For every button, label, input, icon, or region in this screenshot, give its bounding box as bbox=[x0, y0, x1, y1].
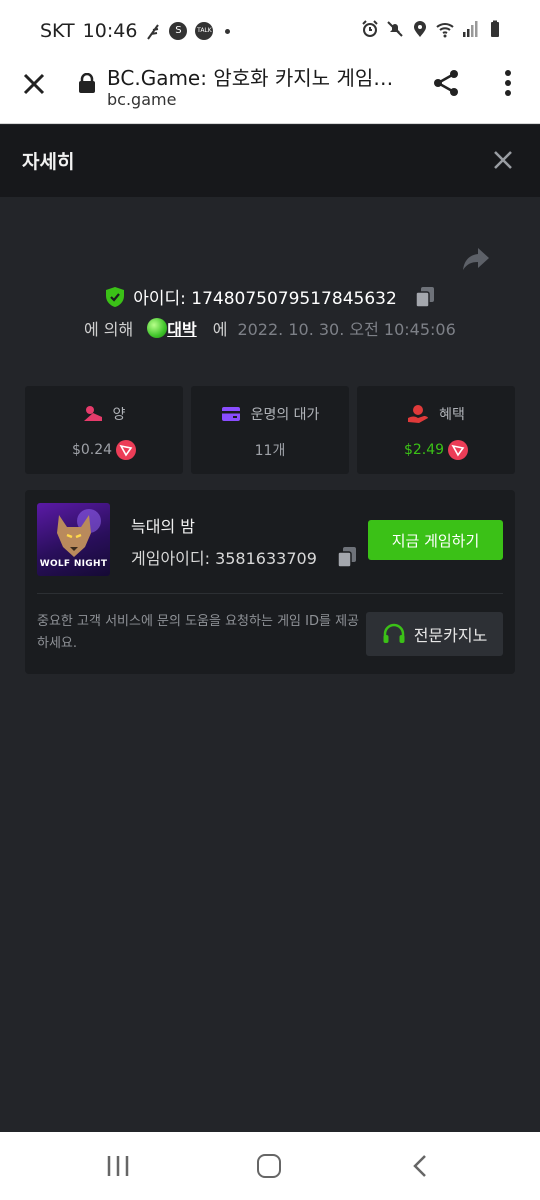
alarm-icon bbox=[362, 20, 378, 37]
bet-by-row: 에 의해 대박 에 2022. 10. 30. 오전 10:45:06 bbox=[84, 316, 456, 340]
signal-icon bbox=[463, 21, 478, 37]
modal-close-icon[interactable] bbox=[492, 149, 514, 171]
at-label: 에 bbox=[212, 320, 228, 339]
support-label: 전문카지노 bbox=[413, 626, 488, 645]
headset-icon bbox=[383, 623, 405, 643]
home-icon[interactable] bbox=[257, 1154, 281, 1178]
talk-notification-icon: TALK bbox=[195, 22, 214, 40]
copy-icon[interactable] bbox=[415, 286, 435, 308]
stat-card-profit: 혜택 $2.49 bbox=[357, 386, 515, 474]
feather-icon bbox=[147, 24, 160, 40]
stat-value: $2.49 bbox=[403, 442, 445, 458]
bet-id-row: 아이디: 1748075079517845632 bbox=[0, 284, 540, 309]
wolf-image bbox=[57, 515, 91, 557]
stat-value: $0.24 bbox=[71, 442, 113, 458]
verified-shield-icon bbox=[106, 286, 125, 307]
wallet-card-icon bbox=[221, 407, 240, 421]
modal-header: 자세히 bbox=[0, 125, 540, 197]
stat-label: 양 bbox=[112, 407, 126, 423]
by-prefix: 에 의해 bbox=[84, 320, 134, 339]
profit-hand-icon bbox=[408, 405, 429, 423]
trx-coin-icon bbox=[448, 440, 469, 460]
game-id: 게임아이디: 3581633709 bbox=[131, 549, 317, 568]
browser-page-title[interactable]: BC.Game: 암호화 카지노 게임… bbox=[107, 62, 407, 91]
stat-value: 11개 bbox=[254, 443, 286, 459]
status-left: SKT 10:46 S TALK bbox=[40, 20, 231, 42]
trx-coin-icon bbox=[116, 440, 137, 460]
carrier-label: SKT bbox=[40, 20, 75, 42]
bet-id: 아이디: 1748075079517845632 bbox=[133, 289, 397, 309]
bet-datetime: 2022. 10. 30. 오전 10:45:06 bbox=[237, 320, 456, 339]
status-right bbox=[361, 20, 504, 38]
browser-toolbar: BC.Game: 암호화 카지노 게임… bc.game bbox=[0, 60, 540, 124]
live-support-button[interactable]: 전문카지노 bbox=[366, 612, 503, 656]
more-notifications-icon bbox=[225, 28, 231, 34]
wifi-icon bbox=[436, 23, 454, 38]
play-now-button[interactable]: 지금 게임하기 bbox=[368, 520, 503, 560]
copy-game-id-icon[interactable] bbox=[337, 546, 357, 568]
close-icon[interactable] bbox=[20, 70, 48, 98]
game-thumbnail[interactable]: WOLF NIGHT bbox=[37, 503, 110, 576]
browser-url[interactable]: bc.game bbox=[107, 90, 176, 109]
divider bbox=[37, 593, 503, 594]
share-icon[interactable] bbox=[432, 68, 462, 98]
share-arrow-icon[interactable] bbox=[462, 246, 490, 272]
recent-apps-icon[interactable] bbox=[106, 1155, 130, 1177]
bet-amount-icon bbox=[83, 406, 102, 421]
location-icon bbox=[414, 21, 426, 37]
support-note: 중요한 고객 서비스에 문의 도움을 요청하는 게임 ID를 제공하세요. bbox=[37, 614, 359, 651]
stat-label: 혜택 bbox=[439, 407, 465, 423]
game-name[interactable]: 늑대의 밤 bbox=[131, 513, 195, 537]
game-card: WOLF NIGHT 늑대의 밤 게임아이디: 3581633709 지금 게임… bbox=[25, 490, 515, 674]
clock: 10:46 bbox=[82, 20, 138, 42]
back-icon[interactable] bbox=[410, 1154, 430, 1178]
android-nav-bar bbox=[0, 1132, 540, 1200]
mute-icon bbox=[387, 21, 403, 37]
battery-icon bbox=[491, 20, 499, 37]
s-notification-icon: S bbox=[169, 22, 188, 40]
user-avatar bbox=[147, 318, 168, 338]
lock-icon bbox=[79, 73, 95, 93]
status-bar: SKT 10:46 S TALK bbox=[0, 0, 540, 60]
stat-card-amount: 양 $0.24 bbox=[25, 386, 183, 474]
modal-title: 자세히 bbox=[22, 151, 75, 173]
stat-card-payout: 운명의 대가 11개 bbox=[191, 386, 349, 474]
username-link[interactable]: 대박 bbox=[167, 316, 196, 340]
more-menu-icon[interactable] bbox=[498, 68, 518, 98]
stat-label: 운명의 대가 bbox=[250, 407, 320, 423]
game-id-row: 게임아이디: 3581633709 bbox=[131, 545, 357, 569]
game-thumb-title: WOLF NIGHT bbox=[39, 559, 108, 569]
